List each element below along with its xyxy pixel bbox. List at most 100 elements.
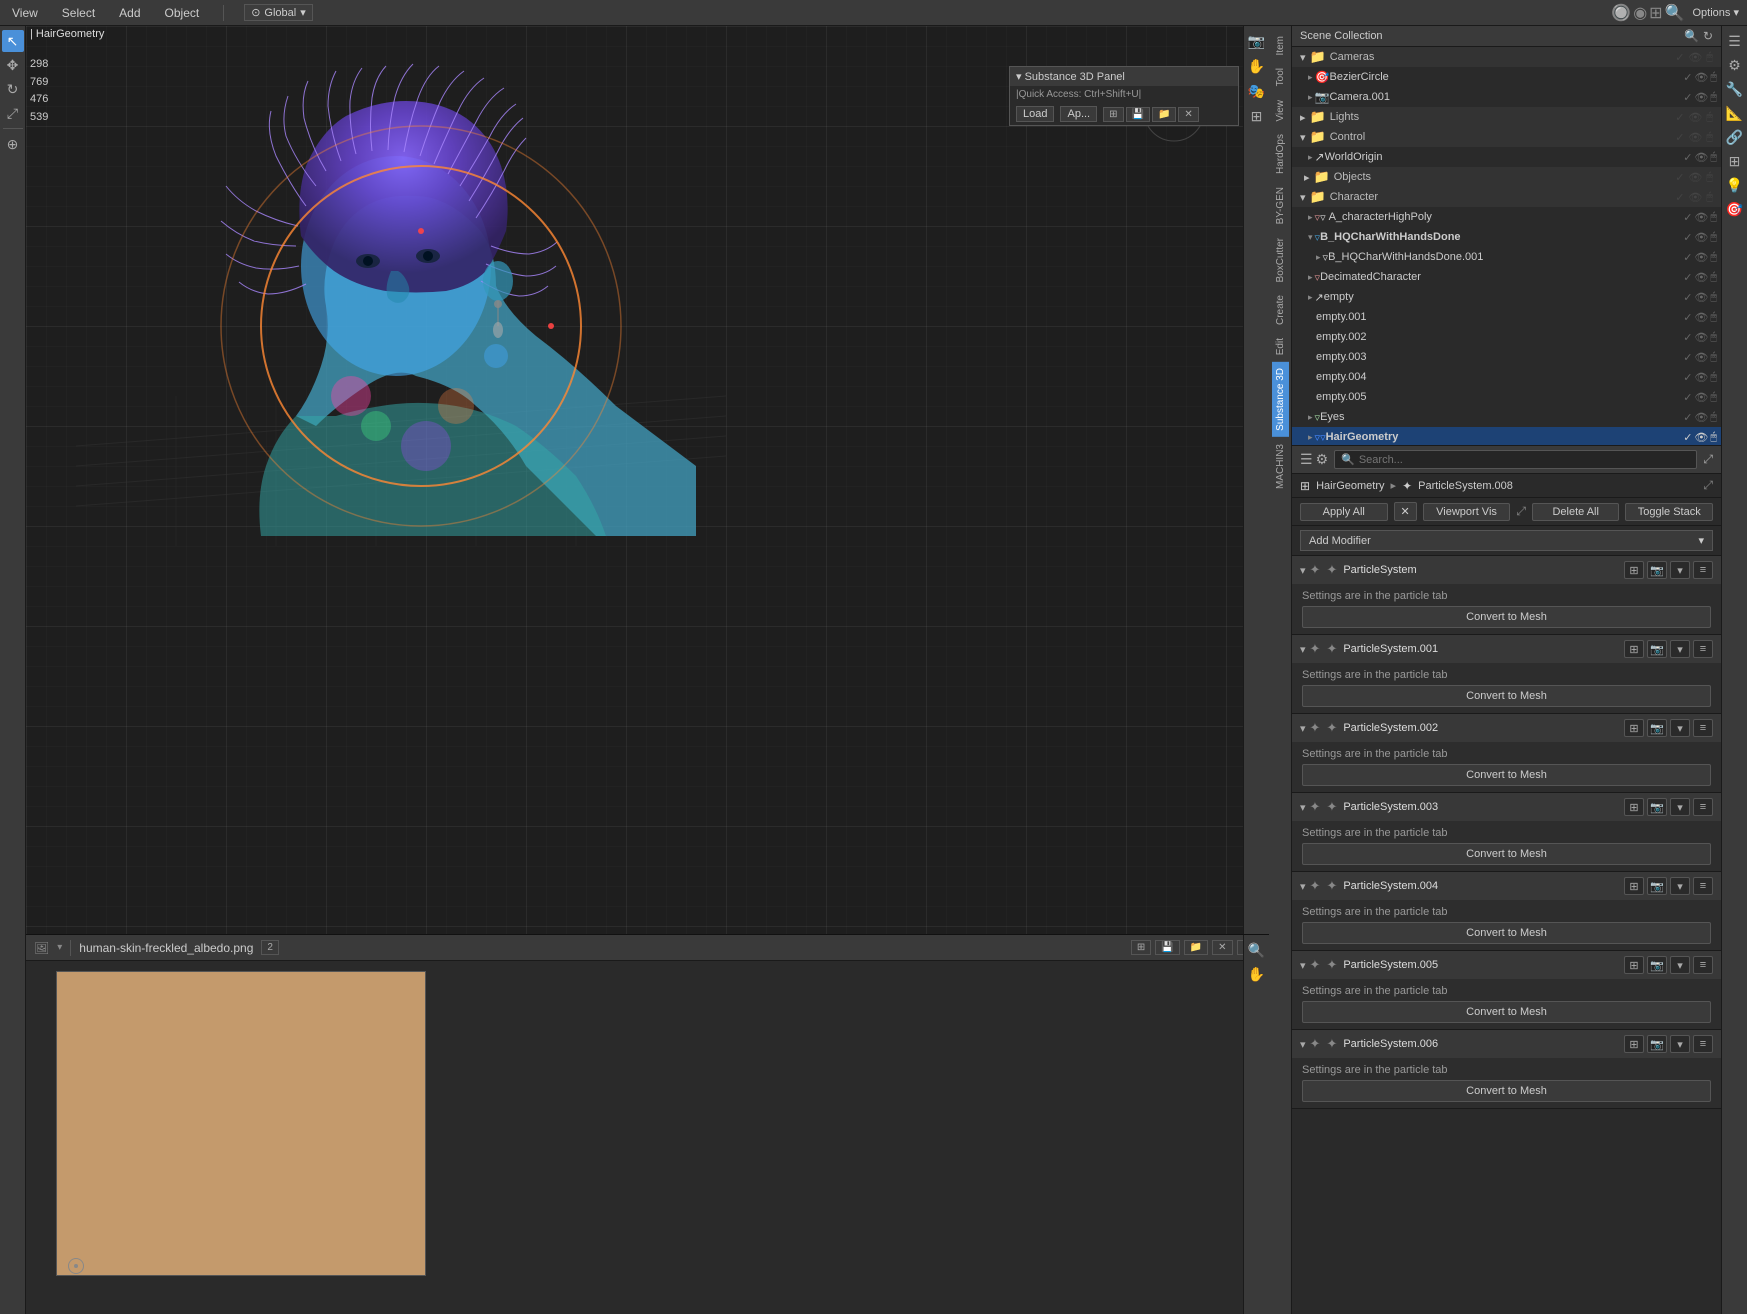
hand-icon[interactable]: ✋ bbox=[1246, 55, 1268, 77]
card-extra-btn-5[interactable]: ≡ bbox=[1693, 956, 1713, 974]
card-down-btn-3[interactable]: ▾ bbox=[1670, 798, 1690, 816]
outliner-sync-icon[interactable]: ↻ bbox=[1703, 29, 1713, 43]
image-save-btn[interactable]: 💾 bbox=[1155, 940, 1179, 955]
card-extra-btn-6[interactable]: ≡ bbox=[1693, 1035, 1713, 1053]
card-down-btn-2[interactable]: ▾ bbox=[1670, 719, 1690, 737]
card-toggle-4[interactable]: ▾ bbox=[1300, 880, 1306, 893]
card-extra-btn-3[interactable]: ≡ bbox=[1693, 798, 1713, 816]
card-camera-btn-6[interactable]: 📷 bbox=[1647, 1035, 1667, 1053]
card-extra-btn-0[interactable]: ≡ bbox=[1693, 561, 1713, 579]
card-camera-btn-2[interactable]: 📷 bbox=[1647, 719, 1667, 737]
card-render-btn-0[interactable]: ⊞ bbox=[1624, 561, 1644, 579]
camera-icon[interactable]: 📷 bbox=[1246, 30, 1268, 52]
delete-all-button[interactable]: Delete All bbox=[1532, 503, 1620, 521]
card-camera-btn-5[interactable]: 📷 bbox=[1647, 956, 1667, 974]
card-extra-btn-1[interactable]: ≡ bbox=[1693, 640, 1713, 658]
empty-item[interactable]: ▸ ↗ empty ✓👁🖱 bbox=[1292, 287, 1721, 307]
render-icon[interactable]: 🎭 bbox=[1246, 80, 1268, 102]
breadcrumb-expand-btn[interactable]: ⤢ bbox=[1703, 478, 1713, 493]
card-extra-btn-2[interactable]: ≡ bbox=[1693, 719, 1713, 737]
b-hqchar001-item[interactable]: ▸ ▿ B_HQCharWithHandsDone.001 ✓👁🖱 bbox=[1292, 247, 1721, 267]
b-hqchar-item[interactable]: ▾ ▿ B_HQCharWithHandsDone ✓👁🖱 bbox=[1292, 227, 1721, 247]
image-copy-btn[interactable]: ⊞ bbox=[1131, 940, 1151, 955]
card-toggle-1[interactable]: ▾ bbox=[1300, 643, 1306, 656]
substance-btn4[interactable]: ✕ bbox=[1178, 107, 1198, 122]
mod-panel-icon2[interactable]: ⚙ bbox=[1316, 451, 1329, 468]
grid-icon[interactable]: ⊞ bbox=[1246, 105, 1268, 127]
modifier-search-input[interactable] bbox=[1359, 454, 1691, 466]
empty001-item[interactable]: empty.001 ✓👁🖱 bbox=[1292, 307, 1721, 327]
convert-btn-2[interactable]: Convert to Mesh bbox=[1302, 764, 1711, 786]
card-toggle-0[interactable]: ▾ bbox=[1300, 564, 1306, 577]
machin3-icon5[interactable]: 🔗 bbox=[1724, 126, 1746, 148]
tab-bygen[interactable]: BY-GEN bbox=[1272, 181, 1289, 230]
tab-item[interactable]: Item bbox=[1272, 30, 1289, 61]
card-down-btn-1[interactable]: ▾ bbox=[1670, 640, 1690, 658]
machin3-icon3[interactable]: 🔧 bbox=[1724, 78, 1746, 100]
image-folder-btn[interactable]: 📁 bbox=[1184, 940, 1208, 955]
tab-machin3[interactable]: MACHIN3 bbox=[1272, 438, 1289, 495]
empty005-item[interactable]: empty.005 ✓👁🖱 bbox=[1292, 387, 1721, 407]
tab-create[interactable]: Create bbox=[1272, 289, 1289, 331]
tab-boxcutter[interactable]: BoxCutter bbox=[1272, 232, 1289, 288]
card-render-btn-6[interactable]: ⊞ bbox=[1624, 1035, 1644, 1053]
scale-tool[interactable]: ⤢ bbox=[2, 102, 24, 124]
card-camera-btn-3[interactable]: 📷 bbox=[1647, 798, 1667, 816]
convert-btn-1[interactable]: Convert to Mesh bbox=[1302, 685, 1711, 707]
image-close-btn[interactable]: ✕ bbox=[1212, 940, 1232, 955]
substance-ap-btn[interactable]: Ap... bbox=[1060, 106, 1097, 122]
decimated-item[interactable]: ▸ ▿ DecimatedCharacter ✓👁🖱 bbox=[1292, 267, 1721, 287]
lights-collection[interactable]: ▸ 📁 Lights ✓ 👁 🖱 bbox=[1292, 107, 1721, 127]
card-camera-btn-0[interactable]: 📷 bbox=[1647, 561, 1667, 579]
select-tool[interactable]: ↖ bbox=[2, 30, 24, 52]
menu-add[interactable]: Add bbox=[115, 4, 144, 22]
image-slot-count[interactable]: 2 bbox=[261, 940, 279, 955]
viewport-vis-expand[interactable]: ⤢ bbox=[1516, 504, 1526, 519]
convert-btn-6[interactable]: Convert to Mesh bbox=[1302, 1080, 1711, 1102]
convert-btn-5[interactable]: Convert to Mesh bbox=[1302, 1001, 1711, 1023]
a-charhighpoly-item[interactable]: ▸ ▿ ▿ A_characterHighPoly ✓👁🖱 bbox=[1292, 207, 1721, 227]
close-button[interactable]: ✕ bbox=[1394, 502, 1417, 521]
card-toggle-5[interactable]: ▾ bbox=[1300, 959, 1306, 972]
card-render-btn-1[interactable]: ⊞ bbox=[1624, 640, 1644, 658]
empty004-item[interactable]: empty.004 ✓👁🖱 bbox=[1292, 367, 1721, 387]
machin3-icon1[interactable]: ☰ bbox=[1724, 30, 1746, 52]
card-extra-btn-4[interactable]: ≡ bbox=[1693, 877, 1713, 895]
camera001-item[interactable]: ▸ 📷 Camera.001 ✓👁🖱 bbox=[1292, 87, 1721, 107]
mode-selector[interactable]: ⊙ Global ▾ bbox=[244, 4, 313, 21]
rotate-tool[interactable]: ↻ bbox=[2, 78, 24, 100]
cursor-tool[interactable]: ⊕ bbox=[2, 133, 24, 155]
tab-view[interactable]: View bbox=[1272, 94, 1289, 128]
substance-btn3[interactable]: 📁 bbox=[1152, 107, 1176, 122]
card-render-btn-4[interactable]: ⊞ bbox=[1624, 877, 1644, 895]
menu-select[interactable]: Select bbox=[58, 4, 99, 22]
convert-btn-0[interactable]: Convert to Mesh bbox=[1302, 606, 1711, 628]
outliner-filter-icon[interactable]: 🔍 bbox=[1684, 29, 1699, 43]
character-collection[interactable]: ▾ 📁 Character ✓ 👁 🖱 bbox=[1292, 187, 1721, 207]
cameras-collection[interactable]: ▾ 📁 Cameras ✓ 👁 🖱 bbox=[1292, 47, 1721, 67]
beziercircle-item[interactable]: ▸ 🎯 BezierCircle ✓👁🖱 bbox=[1292, 67, 1721, 87]
options-button[interactable]: Options ▾ bbox=[1693, 6, 1740, 19]
3d-viewport[interactable]: | HairGeometry 298 769 476 539 bbox=[26, 26, 1269, 934]
objects-collection[interactable]: ▸ 📁 Objects ✓ 👁 🖱 bbox=[1292, 167, 1721, 187]
substance-btn2[interactable]: 💾 bbox=[1126, 107, 1150, 122]
eyes-item[interactable]: ▸ ▿ Eyes ✓👁🖱 bbox=[1292, 407, 1721, 427]
card-down-btn-5[interactable]: ▾ bbox=[1670, 956, 1690, 974]
move-tool[interactable]: ✥ bbox=[2, 54, 24, 76]
hairgeometry-item[interactable]: ▸ ▿ ▿ HairGeometry ✓👁🖱 bbox=[1292, 427, 1721, 446]
card-toggle-2[interactable]: ▾ bbox=[1300, 722, 1306, 735]
card-render-btn-2[interactable]: ⊞ bbox=[1624, 719, 1644, 737]
machin3-icon4[interactable]: 📐 bbox=[1724, 102, 1746, 124]
mod-panel-icon1[interactable]: ☰ bbox=[1300, 451, 1313, 468]
tab-tool[interactable]: Tool bbox=[1272, 62, 1289, 92]
tab-hardops[interactable]: HardOps bbox=[1272, 128, 1289, 180]
machin3-icon8[interactable]: 🎯 bbox=[1724, 198, 1746, 220]
card-camera-btn-4[interactable]: 📷 bbox=[1647, 877, 1667, 895]
card-camera-btn-1[interactable]: 📷 bbox=[1647, 640, 1667, 658]
machin3-icon2[interactable]: ⚙ bbox=[1724, 54, 1746, 76]
card-down-btn-6[interactable]: ▾ bbox=[1670, 1035, 1690, 1053]
substance-btn1[interactable]: ⊞ bbox=[1103, 107, 1123, 122]
add-modifier-dropdown[interactable]: Add Modifier ▾ bbox=[1300, 530, 1713, 551]
viewport-vis-button[interactable]: Viewport Vis bbox=[1423, 503, 1511, 521]
card-render-btn-3[interactable]: ⊞ bbox=[1624, 798, 1644, 816]
